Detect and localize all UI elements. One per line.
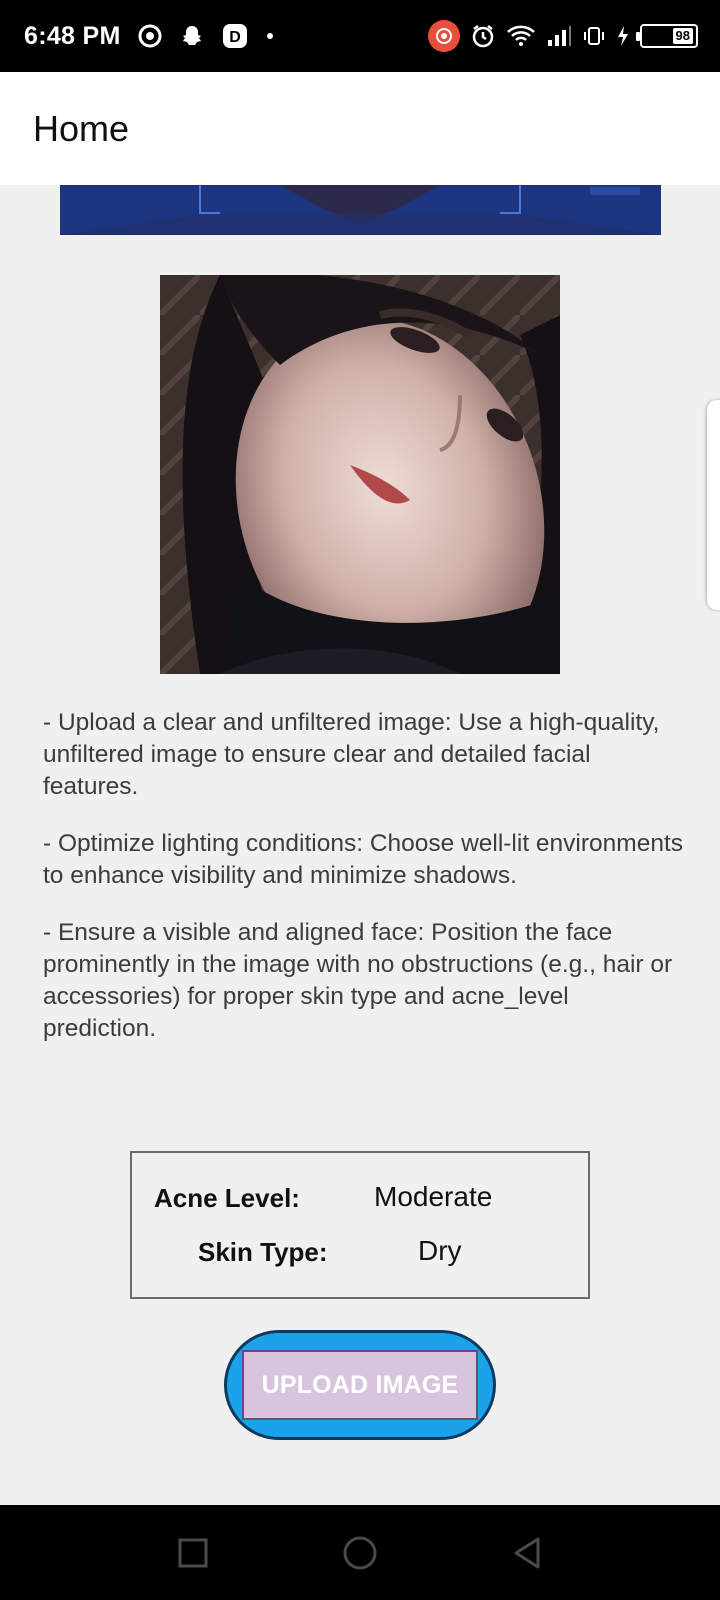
- page-title: Home: [33, 107, 130, 149]
- app-bar: Home: [0, 72, 720, 185]
- svg-text:D: D: [229, 29, 241, 46]
- app-screen: 6:48 PM D 98 Home - Upload a clear and u…: [0, 0, 720, 1600]
- wifi-icon: [506, 24, 536, 48]
- edge-panel-handle[interactable]: [707, 400, 720, 610]
- upload-image-button[interactable]: UPLOAD IMAGE: [242, 1350, 478, 1420]
- screen-record-status-icon: [137, 23, 163, 49]
- status-left-icons: D: [137, 22, 275, 50]
- home-circle-icon[interactable]: [330, 1523, 390, 1583]
- banner-image: [60, 185, 661, 235]
- status-time: 6:48 PM: [24, 21, 121, 50]
- battery-level: 98: [672, 28, 693, 44]
- charging-icon: [616, 25, 630, 47]
- skin-type-label: Skin Type:: [198, 1237, 328, 1267]
- acne-level-value: Moderate: [374, 1181, 493, 1212]
- recording-badge-icon: [428, 20, 460, 52]
- acne-level-label: Acne Level:: [154, 1183, 300, 1213]
- signal-icon: [546, 24, 572, 48]
- battery-indicator: 98: [636, 24, 698, 48]
- status-right-icons: 98: [428, 0, 698, 72]
- skin-type-value: Dry: [418, 1235, 462, 1266]
- recents-square-icon[interactable]: [163, 1523, 223, 1583]
- instructions: - Upload a clear and unfiltered image: U…: [43, 707, 683, 1070]
- dot-icon: [265, 31, 275, 41]
- navigation-bar: [0, 1505, 720, 1600]
- instruction-item: - Upload a clear and unfiltered image: U…: [43, 709, 660, 800]
- status-bar: 6:48 PM D 98: [0, 0, 720, 72]
- prediction-results: Acne Level: Moderate Skin Type: Dry: [130, 1151, 590, 1299]
- alarm-icon: [470, 23, 496, 49]
- app-d-icon: D: [221, 22, 249, 50]
- instruction-item: - Optimize lighting conditions: Choose w…: [43, 830, 684, 889]
- instruction-item: - Ensure a visible and aligned face: Pos…: [43, 919, 673, 1042]
- uploaded-face-photo: [160, 275, 560, 674]
- upload-button-container[interactable]: UPLOAD IMAGE: [224, 1330, 496, 1440]
- back-triangle-icon[interactable]: [497, 1523, 557, 1583]
- vibrate-icon: [582, 24, 606, 48]
- snapchat-icon: [179, 23, 205, 49]
